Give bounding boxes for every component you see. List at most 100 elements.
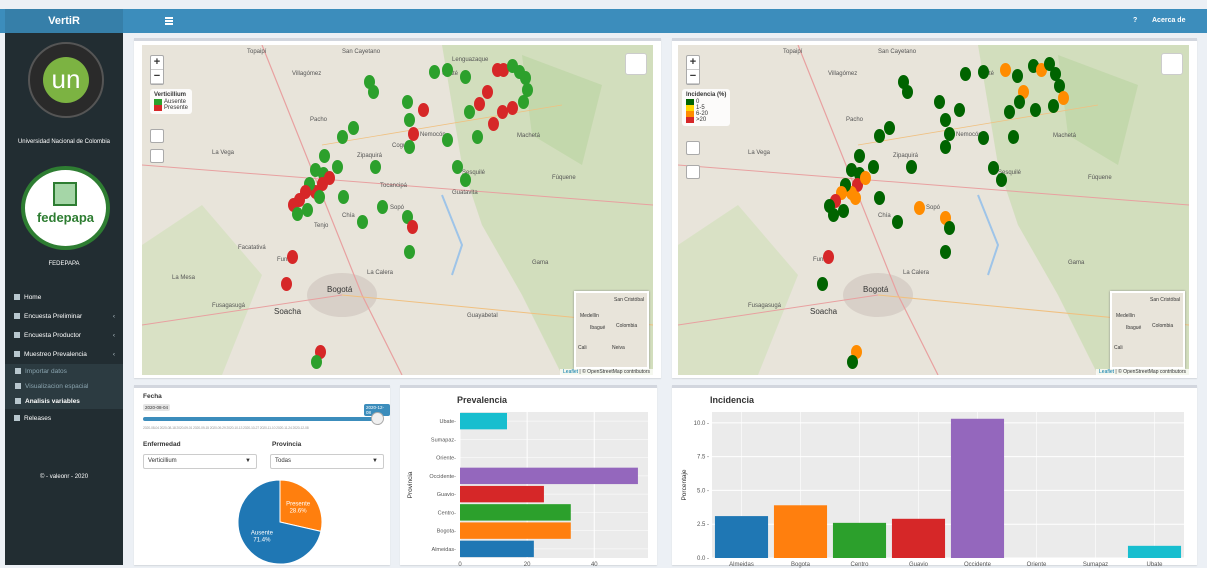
map-marker[interactable] [1004,105,1015,119]
locate-button[interactable] [686,141,700,155]
date-slider-track[interactable] [143,417,380,421]
map-marker[interactable] [357,215,368,229]
layers-icon[interactable] [625,53,647,75]
map-marker[interactable] [348,121,359,135]
map-marker[interactable] [404,245,415,259]
map-marker[interactable] [311,355,322,369]
map-marker[interactable] [860,171,871,185]
map-marker[interactable] [460,173,471,187]
enfermedad-select[interactable]: Verticillium ▼ [143,454,257,469]
map-incidencia[interactable]: Bogotá Soacha Topaipí San Cayetano Villa… [678,45,1189,375]
map-marker[interactable] [914,201,925,215]
map-marker[interactable] [460,70,471,84]
map-marker[interactable] [906,160,917,174]
map-marker[interactable] [884,121,895,135]
map-marker[interactable] [868,160,879,174]
map-marker[interactable] [407,220,418,234]
provincia-select[interactable]: Todas ▼ [270,454,384,469]
map-marker[interactable] [482,85,493,99]
map-marker[interactable] [996,173,1007,187]
map-marker[interactable] [497,105,508,119]
map-marker[interactable] [1048,99,1059,113]
map-marker[interactable] [472,130,483,144]
map-marker[interactable] [1014,95,1025,109]
map-marker[interactable] [1008,130,1019,144]
map-marker[interactable] [418,103,429,117]
sidebar-item-releases[interactable]: Releases [5,409,123,428]
map-marker[interactable] [874,129,885,143]
fullscreen-button[interactable] [150,149,164,163]
map-marker[interactable] [404,140,415,154]
map-marker[interactable] [846,163,857,177]
map-marker[interactable] [944,221,955,235]
layers-icon[interactable] [1161,53,1183,75]
minimap[interactable]: San Cristóbal Medellín Colombia Ibagué C… [1110,291,1185,369]
sidebar-toggle-icon[interactable] [165,17,173,25]
map-marker[interactable] [474,97,485,111]
map-marker[interactable] [850,191,861,205]
sidebar-item-muestreo-prevalencia[interactable]: Muestreo Prevalencia ‹ [5,345,123,364]
map-marker[interactable] [940,245,951,259]
locate-button[interactable] [150,129,164,143]
map-marker[interactable] [442,63,453,77]
sidebar-subitem-importar[interactable]: Importar datos [5,364,123,379]
map-marker[interactable] [338,190,349,204]
map-marker[interactable] [1058,91,1069,105]
map-marker[interactable] [429,65,440,79]
sidebar-item-encuesta-preliminar[interactable]: Encuesta Preliminar ‹ [5,307,123,326]
map-marker[interactable] [874,191,885,205]
map-marker[interactable] [377,200,388,214]
map-marker[interactable] [960,67,971,81]
map-marker[interactable] [332,160,343,174]
map-marker[interactable] [368,85,379,99]
map-marker[interactable] [310,163,321,177]
help-link[interactable]: ? [1133,9,1137,33]
map-marker[interactable] [314,190,325,204]
sidebar-subitem-visualizacion[interactable]: Visualizacion espacial [5,379,123,394]
map-marker[interactable] [518,95,529,109]
map-marker[interactable] [1012,69,1023,83]
map-marker[interactable] [452,160,463,174]
map-marker[interactable] [854,149,865,163]
map-marker[interactable] [370,160,381,174]
sidebar-subitem-analisis[interactable]: Analisis variables [5,394,123,409]
map-marker[interactable] [281,277,292,291]
zoom-out-button[interactable]: − [151,70,163,84]
sidebar-item-home[interactable]: Home [5,288,123,307]
map-marker[interactable] [402,95,413,109]
map-marker[interactable] [1030,103,1041,117]
map-marker[interactable] [954,103,965,117]
map-marker[interactable] [404,113,415,127]
map-marker[interactable] [847,355,858,369]
map-marker[interactable] [940,113,951,127]
map-marker[interactable] [488,117,499,131]
map-marker[interactable] [988,161,999,175]
map-marker[interactable] [902,85,913,99]
map-marker[interactable] [408,127,419,141]
map-marker[interactable] [978,131,989,145]
map-marker[interactable] [507,101,518,115]
map-marker[interactable] [337,130,348,144]
zoom-in-button[interactable]: + [687,56,699,70]
map-marker[interactable] [464,105,475,119]
osm-attribution[interactable]: © OpenStreetMap contributors [582,369,650,375]
zoom-out-button[interactable]: − [687,70,699,84]
map-marker[interactable] [823,250,834,264]
map-marker[interactable] [319,149,330,163]
map-marker[interactable] [838,204,849,218]
leaflet-link[interactable]: Leaflet [563,369,578,375]
map-marker[interactable] [944,127,955,141]
date-slider-handle[interactable] [371,412,384,425]
map-marker[interactable] [1000,63,1011,77]
map-marker[interactable] [324,171,335,185]
map-marker[interactable] [978,65,989,79]
minimap[interactable]: San Cristóbal Medellín Colombia Ibagué C… [574,291,649,369]
map-marker[interactable] [892,215,903,229]
sidebar-item-encuesta-productor[interactable]: Encuesta Productor ‹ [5,326,123,345]
map-marker[interactable] [817,277,828,291]
map-marker[interactable] [934,95,945,109]
map-marker[interactable] [940,140,951,154]
map-verticillium[interactable]: Bogotá Soacha Topaipí San Cayetano Villa… [142,45,653,375]
map-marker[interactable] [442,133,453,147]
map-marker[interactable] [302,203,313,217]
